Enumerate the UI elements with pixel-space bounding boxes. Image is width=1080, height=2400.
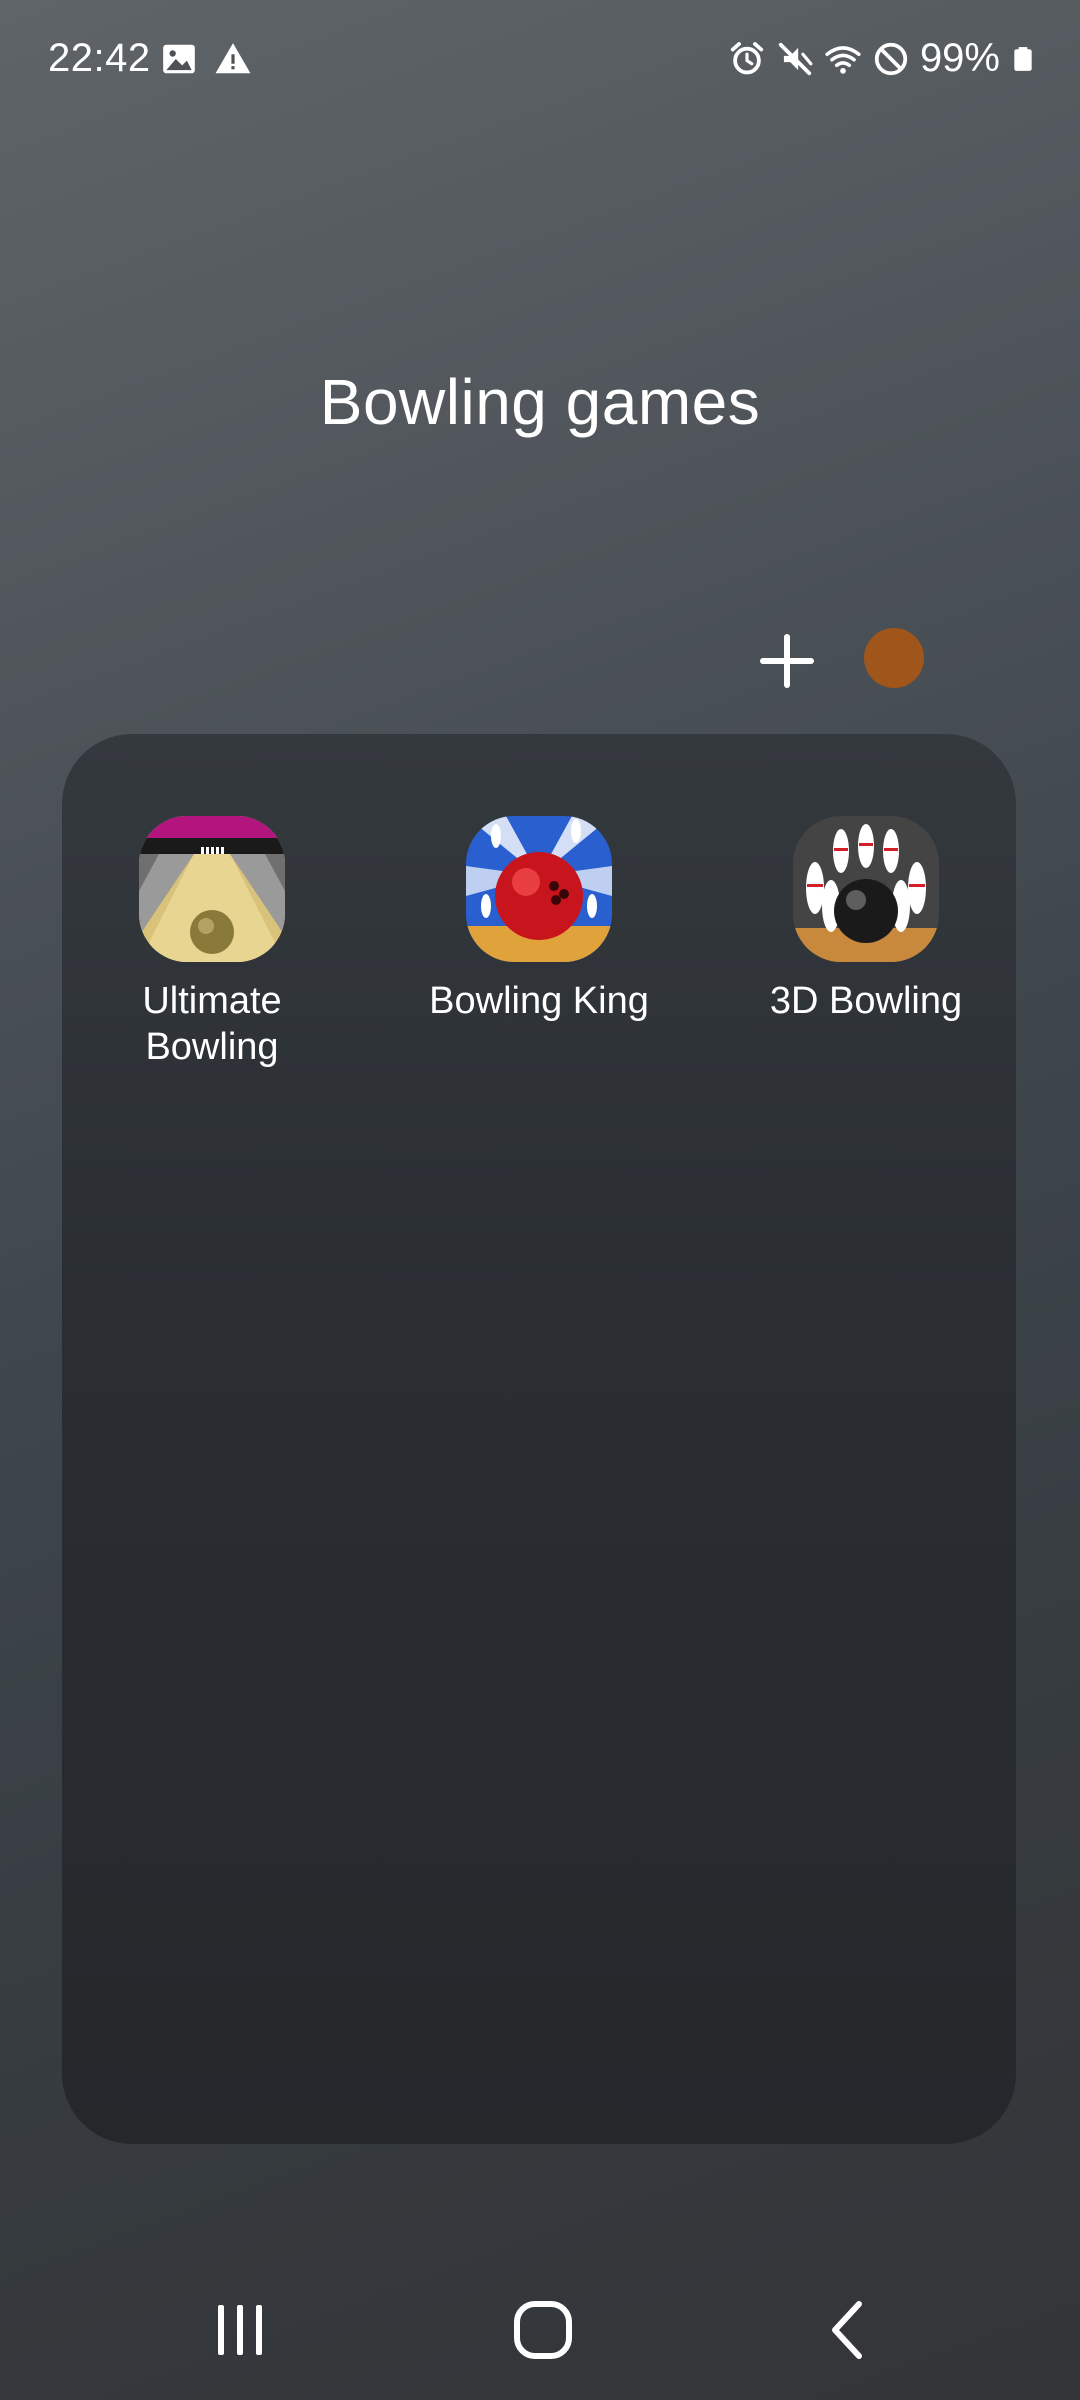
- app-label: 3D Bowling: [769, 980, 963, 1022]
- image-icon: [163, 44, 195, 74]
- app-label: Ultimate Bowling: [142, 980, 282, 1068]
- do-not-disturb-icon: [874, 42, 908, 75]
- navigation-bar: [0, 2280, 1080, 2380]
- status-system-icons: 99%: [728, 36, 1036, 81]
- battery-icon: [1014, 46, 1032, 71]
- app-label: Bowling King: [429, 980, 649, 1022]
- back-icon[interactable]: [797, 2280, 897, 2380]
- folder-title[interactable]: Bowling games: [0, 365, 1080, 439]
- ultimate-bowling-icon: [139, 816, 285, 962]
- app-3d-bowling[interactable]: 3D Bowling: [726, 816, 1006, 1024]
- status-notification-icons: [160, 40, 252, 78]
- recent-apps-icon[interactable]: [190, 2280, 290, 2380]
- app-bowling-king[interactable]: Bowling King: [399, 816, 679, 1024]
- home-icon[interactable]: [493, 2280, 593, 2380]
- wifi-icon: [825, 45, 861, 74]
- status-time: 22:42: [48, 36, 151, 80]
- folder-panel: Ultimate Bowling Bowling King 3D Bowling: [62, 734, 1016, 2144]
- battery-percentage: 99%: [919, 36, 1000, 80]
- app-ultimate-bowling[interactable]: Ultimate Bowling: [72, 816, 352, 1070]
- status-bar: 22:42 99%: [0, 0, 1080, 120]
- warning-icon: [215, 43, 251, 74]
- folder-color-button[interactable]: [864, 628, 924, 688]
- bowling-king-icon: [466, 816, 612, 962]
- mute-icon: [778, 42, 813, 75]
- 3d-bowling-icon: [793, 816, 939, 962]
- alarm-icon: [730, 41, 764, 74]
- add-app-button[interactable]: [752, 626, 822, 696]
